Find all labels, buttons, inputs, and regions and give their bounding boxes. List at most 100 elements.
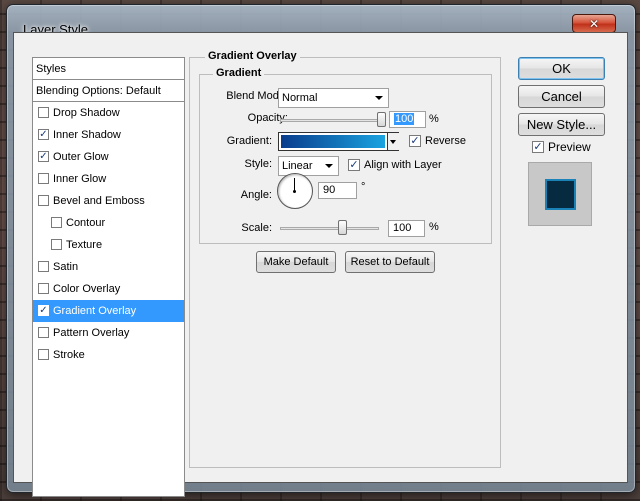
styles-header[interactable]: Styles [33,58,184,80]
blend-mode-select[interactable]: Normal [278,88,389,108]
angle-input[interactable]: 90 [318,182,357,199]
opacity-slider-track[interactable] [280,119,383,122]
checkbox-icon[interactable] [38,173,49,184]
style-item-label: Satin [53,261,79,273]
style-item-satin[interactable]: Satin [33,256,184,278]
style-value: Linear [282,160,313,172]
scale-value: 100 [393,222,412,234]
checkbox-icon[interactable] [38,283,49,294]
checkbox-icon[interactable] [51,217,62,228]
close-icon: ✕ [588,16,600,31]
gradient-overlay-title: Gradient Overlay [205,50,300,62]
gradient-group-title: Gradient [213,67,265,79]
scale-slider-track[interactable] [280,227,379,230]
opacity-label: Opacity: [247,112,288,124]
new-style-label: New Style... [526,117,597,132]
style-item-gradient-overlay[interactable]: ✓ Gradient Overlay [33,300,184,322]
gradient-dropdown-button[interactable] [387,133,399,150]
angle-value: 90 [323,184,336,196]
make-default-label: Make Default [263,256,329,268]
checkbox-icon[interactable]: ✓ [38,305,49,316]
checkbox-icon[interactable] [38,195,49,206]
ok-label: OK [552,61,571,76]
ok-button[interactable]: OK [518,57,605,80]
chevron-down-icon [375,96,383,100]
checkbox-icon[interactable] [51,239,62,250]
style-select[interactable]: Linear [278,156,339,176]
checkbox-icon[interactable]: ✓ [38,151,49,162]
checkbox-icon[interactable]: ✓ [38,129,49,140]
angle-dial-center [293,190,296,193]
cancel-button[interactable]: Cancel [518,85,605,108]
style-item-outer-glow[interactable]: ✓ Outer Glow [33,146,184,168]
angle-label: Angle: [240,189,272,201]
style-item-label: Stroke [53,349,85,361]
align-with-layer-label: Align with Layer [364,159,442,171]
opacity-input[interactable]: 100 [389,111,426,128]
reset-to-default-label: Reset to Default [350,256,430,268]
opacity-slider-thumb[interactable] [377,112,386,127]
style-item-label: Drop Shadow [53,107,120,119]
reset-to-default-button[interactable]: Reset to Default [345,251,435,273]
style-item-pattern-overlay[interactable]: Pattern Overlay [33,322,184,344]
align-check-icon: ✓ [348,158,360,171]
preview-label: Preview [548,140,591,154]
style-item-label: Gradient Overlay [53,305,137,317]
angle-unit: ° [361,181,366,193]
preview-swatch [545,179,576,210]
align-with-layer-checkbox[interactable]: ✓ Align with Layer [348,158,448,172]
reverse-checkbox[interactable]: ✓ Reverse [409,134,479,148]
style-item-drop-shadow[interactable]: Drop Shadow [33,102,184,124]
scale-slider-thumb[interactable] [337,220,347,235]
style-item-label: Inner Glow [53,173,107,185]
style-item-color-overlay[interactable]: Color Overlay [33,278,184,300]
style-item-label: Pattern Overlay [53,327,130,339]
preview-check-icon: ✓ [532,140,544,153]
checkbox-icon[interactable] [38,349,49,360]
style-item-label: Outer Glow [53,151,109,163]
angle-dial[interactable] [277,173,313,209]
styles-list: Styles Blending Options: Default Drop Sh… [32,57,185,497]
style-item-label: Texture [66,239,103,251]
chevron-down-icon [325,164,333,168]
style-item-inner-shadow[interactable]: ✓ Inner Shadow [33,124,184,146]
blending-options-label: Blending Options: Default [36,85,161,97]
style-item-texture[interactable]: Texture [33,234,184,256]
style-item-label: Bevel and Emboss [53,195,145,207]
gradient-overlay-panel: Gradient Overlay Gradient Blend Mode: No… [189,50,501,468]
style-item-bevel-and-emboss[interactable]: Bevel and Emboss [33,190,184,212]
scale-input[interactable]: 100 [388,220,425,237]
scale-unit: % [429,221,439,233]
blend-mode-value: Normal [282,92,318,104]
style-item-label: Color Overlay [53,283,121,295]
close-button[interactable]: ✕ [572,14,616,33]
checkbox-icon[interactable] [38,261,49,272]
cancel-label: Cancel [541,89,582,104]
style-item-inner-glow[interactable]: Inner Glow [33,168,184,190]
reverse-label: Reverse [425,135,466,147]
blending-options-item[interactable]: Blending Options: Default [33,80,184,102]
checkbox-icon[interactable] [38,107,49,118]
reverse-check-icon: ✓ [409,134,421,147]
style-label: Style: [244,158,272,170]
chevron-down-icon [390,140,396,144]
styles-header-label: Styles [36,63,66,75]
make-default-button[interactable]: Make Default [256,251,336,273]
checkbox-icon[interactable] [38,327,49,338]
style-preview [528,162,592,226]
opacity-value: 100 [394,113,415,125]
gradient-preview-bar[interactable] [281,135,385,148]
gradient-label: Gradient: [226,135,272,147]
style-item-stroke[interactable]: Stroke [33,344,184,366]
new-style-button[interactable]: New Style... [518,113,605,136]
opacity-unit: % [429,113,439,125]
gradient-group: Gradient Blend Mode: Normal Opacity: 100… [199,67,492,244]
style-item-label: Contour [66,217,106,229]
dialog-client-area: Styles Blending Options: Default Drop Sh… [13,32,628,497]
style-item-contour[interactable]: Contour [33,212,184,234]
blend-mode-label: Blend Mode: [226,90,288,102]
scale-label: Scale: [241,222,272,234]
preview-checkbox[interactable]: ✓ Preview [532,140,602,154]
gradient-picker[interactable] [278,132,399,151]
style-item-label: Inner Shadow [53,129,121,141]
